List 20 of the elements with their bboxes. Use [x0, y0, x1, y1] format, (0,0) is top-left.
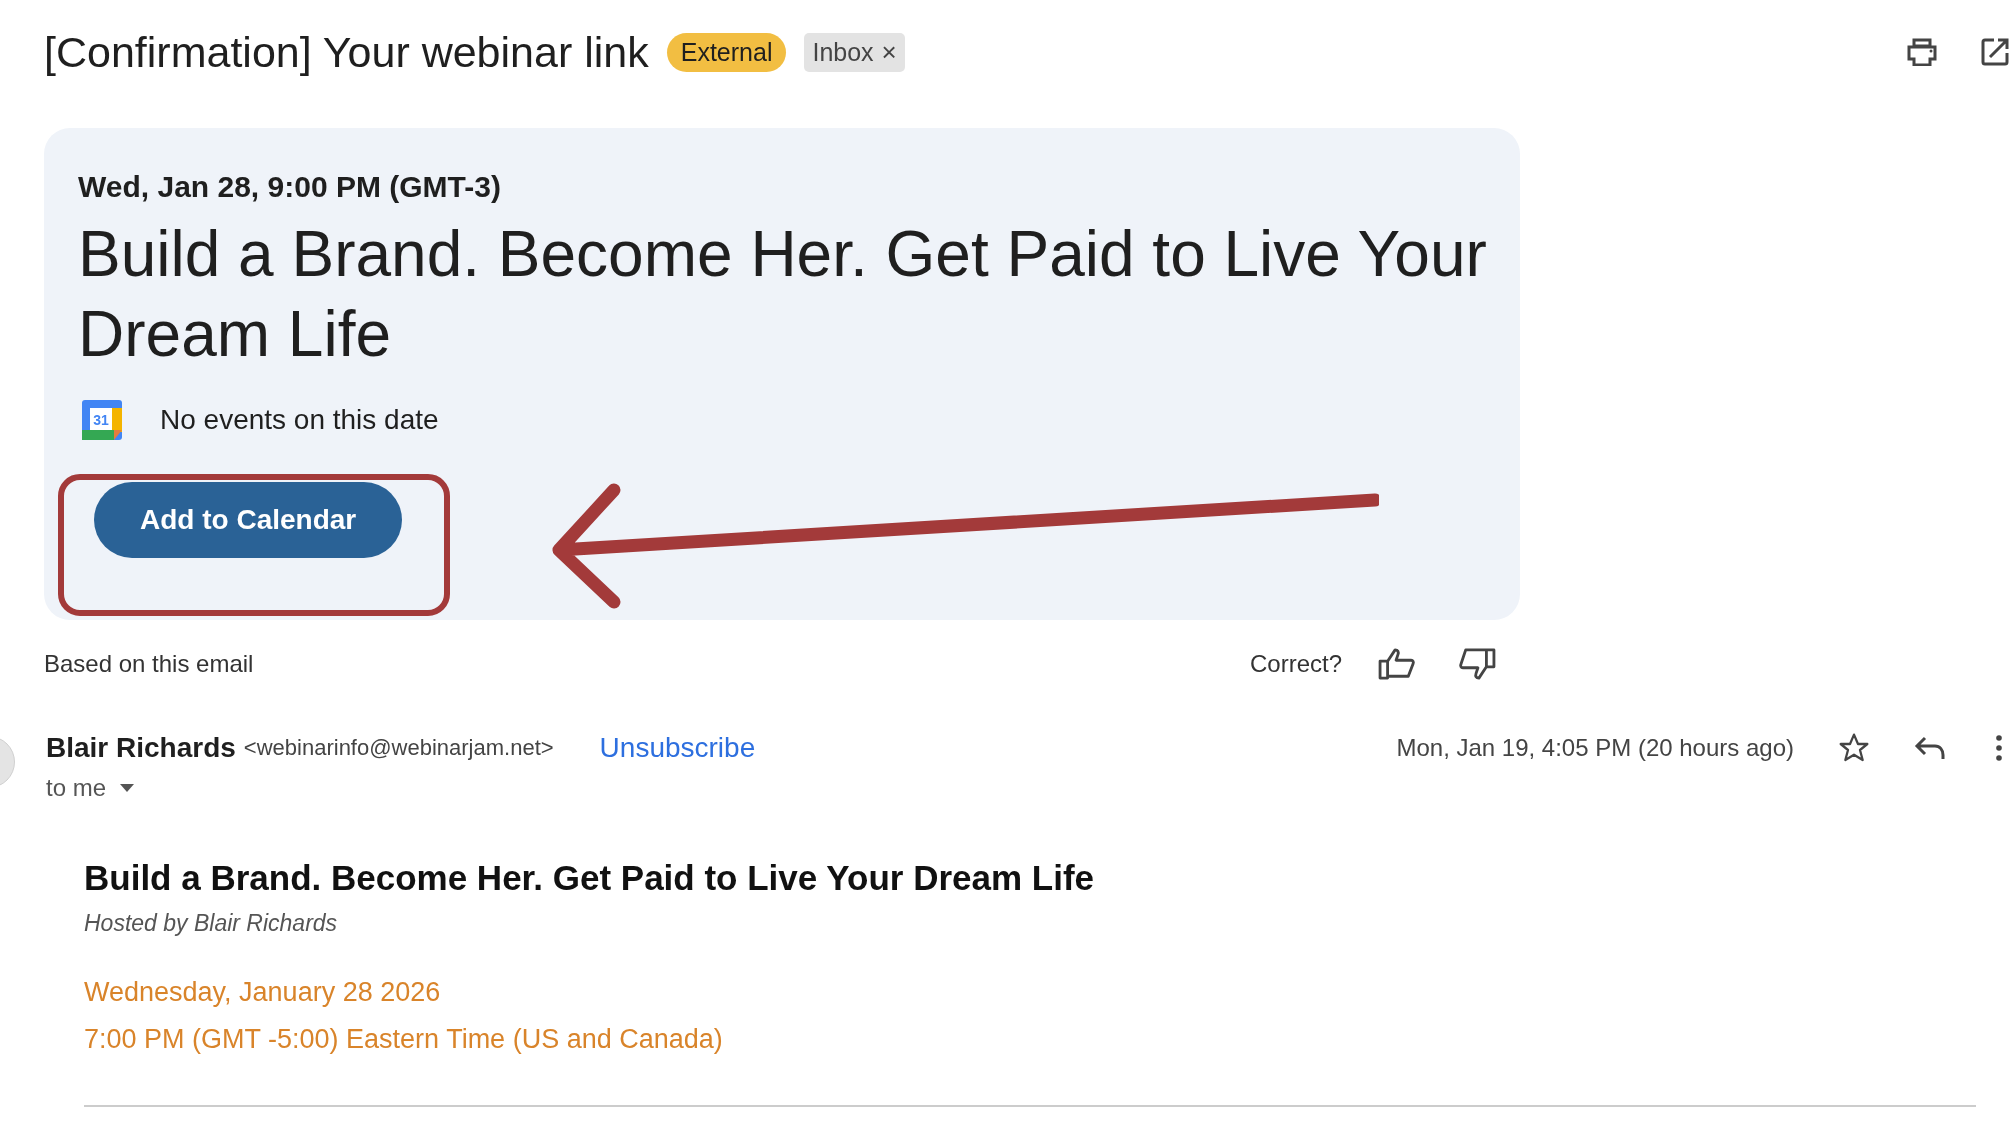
label-text: Inbox [812, 37, 874, 67]
sender-name: Blair Richards [46, 732, 236, 764]
webinar-title: Build a Brand. Become Her. Get Paid to Live Your Dream Life [84, 858, 1096, 898]
unsubscribe-link[interactable]: Unsubscribe [599, 732, 756, 764]
recipient-label: to me [46, 774, 107, 802]
webinar-time: 7:00 PM (GMT -5:00) Eastern Time (US and Canada) [84, 1024, 724, 1055]
remove-label-button[interactable]: × [881, 36, 897, 68]
external-label: External [666, 32, 787, 72]
source-note: Based on this email [44, 650, 254, 678]
event-title: Build a Brand. Become Her. Get Paid to Live Your Dream Life [78, 217, 1488, 372]
calendar-status: No events on this date [160, 404, 439, 436]
add-to-calendar-button[interactable]: Add to Calendar [94, 482, 403, 558]
event-datetime: Wed, Jan 28, 9:00 PM (GMT-3) [78, 170, 502, 204]
email-subject: [Confirmation] Your webinar link [44, 27, 649, 77]
calendar-icon: 31 [82, 400, 122, 440]
webinar-date: Wednesday, January 28 2026 [84, 977, 442, 1008]
sender-email: <webinarinfo@webinarjam.net> [243, 735, 554, 761]
feedback-question: Correct? [1249, 650, 1342, 678]
host-line: Hosted by Blair Richards [84, 910, 339, 937]
message-date: Mon, Jan 19, 4:05 PM (20 hours ago) [1396, 734, 1794, 762]
